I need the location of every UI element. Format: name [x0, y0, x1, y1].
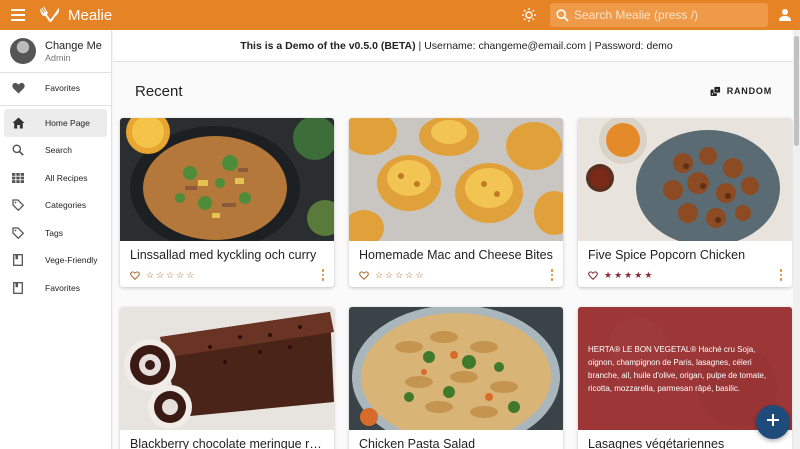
- user-profile[interactable]: Change Me Admin: [0, 30, 111, 72]
- recipe-image[interactable]: [349, 307, 563, 430]
- sidebar-item-label: Home Page: [45, 117, 90, 128]
- main-content: This is a Demo of the v0.5.0 (BETA) | Us…: [113, 30, 800, 449]
- sidebar-item-home[interactable]: Home Page: [4, 109, 107, 137]
- more-options-icon[interactable]: [779, 269, 782, 281]
- tag-icon: [11, 198, 25, 212]
- search-bar[interactable]: [550, 3, 768, 27]
- sidebar-item-categories[interactable]: Categories: [0, 192, 111, 220]
- fork-knife-icon[interactable]: [36, 0, 64, 30]
- sidebar-item-favorites-cookbook[interactable]: Favorites: [0, 274, 111, 302]
- profile-name: Change Me: [45, 39, 102, 52]
- add-recipe-button[interactable]: [756, 405, 790, 439]
- random-button-label: RANDOM: [726, 86, 772, 96]
- favorite-heart-icon[interactable]: [588, 270, 598, 280]
- app-bar: Mealie: [0, 0, 800, 30]
- recipe-title[interactable]: Blackberry chocolate meringue roulade: [120, 430, 334, 449]
- recipe-title[interactable]: Homemade Mac and Cheese Bites: [349, 241, 563, 263]
- dice-icon: [710, 85, 721, 97]
- account-icon[interactable]: [770, 0, 800, 30]
- sidebar-divider: [0, 105, 111, 106]
- tag-icon: [11, 226, 25, 240]
- sidebar-item-label: Favorites: [45, 83, 80, 93]
- menu-icon[interactable]: [0, 0, 36, 30]
- sidebar-divider: [0, 72, 111, 73]
- rating-stars[interactable]: ☆ ☆ ☆ ☆ ☆: [375, 270, 423, 281]
- sidebar-item-tags[interactable]: Tags: [0, 219, 111, 247]
- recipe-image[interactable]: [349, 118, 563, 241]
- grid-icon: [11, 171, 25, 185]
- scrollbar-thumb[interactable]: [794, 36, 799, 146]
- book-icon: [11, 281, 25, 295]
- favorite-heart-icon[interactable]: [359, 270, 369, 280]
- scrollbar[interactable]: [793, 30, 800, 449]
- search-icon: [11, 143, 25, 157]
- recipe-card[interactable]: Five Spice Popcorn Chicken ★ ★ ★ ★ ★: [578, 118, 792, 287]
- sidebar-item-all-recipes[interactable]: All Recipes: [0, 164, 111, 192]
- sidebar-item-label: Vege-Friendly: [45, 255, 98, 266]
- sidebar-item-label: All Recipes: [45, 172, 88, 183]
- recipe-card[interactable]: Linssallad med kyckling och curry ☆ ☆ ☆ ☆ ☆: [120, 118, 334, 287]
- app-title[interactable]: Mealie: [68, 7, 112, 24]
- recipe-title[interactable]: Linssallad med kyckling och curry: [120, 241, 334, 263]
- rating-stars[interactable]: ☆ ☆ ☆ ☆ ☆: [146, 270, 194, 281]
- home-icon: [11, 116, 25, 130]
- sidebar-item-label: Search: [45, 145, 72, 156]
- search-icon: [550, 8, 574, 22]
- sidebar-item-label: Tags: [45, 227, 63, 238]
- profile-role: Admin: [45, 52, 71, 63]
- sidebar-item-vege-friendly[interactable]: Vege-Friendly: [0, 247, 111, 275]
- sidebar-item-search[interactable]: Search: [0, 137, 111, 165]
- section-title: Recent: [135, 82, 183, 100]
- recipe-card[interactable]: Chicken Pasta Salad: [349, 307, 563, 449]
- sidebar-item-label: Favorites: [45, 282, 80, 293]
- more-options-icon[interactable]: [550, 269, 553, 281]
- recipe-title[interactable]: Five Spice Popcorn Chicken: [578, 241, 792, 263]
- recipe-image[interactable]: [578, 118, 792, 241]
- search-input[interactable]: [574, 8, 768, 22]
- recipe-title[interactable]: Chicken Pasta Salad: [349, 430, 563, 449]
- sidebar: Change Me Admin Favorites Home Page Sear…: [0, 30, 112, 449]
- demo-banner-version: This is a Demo of the v0.5.0 (BETA): [240, 39, 416, 52]
- book-icon: [11, 253, 25, 267]
- demo-banner: This is a Demo of the v0.5.0 (BETA) | Us…: [113, 30, 800, 62]
- section-header: Recent RANDOM: [113, 62, 800, 120]
- theme-toggle-icon[interactable]: [514, 0, 544, 30]
- avatar: [10, 38, 36, 64]
- recipe-image[interactable]: [120, 118, 334, 241]
- heart-icon: [11, 81, 25, 95]
- random-button[interactable]: RANDOM: [710, 85, 772, 97]
- sidebar-item-label: Categories: [45, 200, 87, 211]
- sidebar-item-favorites[interactable]: Favorites: [0, 74, 111, 102]
- favorite-heart-icon[interactable]: [130, 270, 140, 280]
- recipe-image[interactable]: [120, 307, 334, 430]
- plus-icon: [767, 413, 779, 431]
- rating-stars[interactable]: ★ ★ ★ ★ ★: [604, 270, 652, 281]
- recipe-card[interactable]: Blackberry chocolate meringue roulade: [120, 307, 334, 449]
- recipe-card[interactable]: Homemade Mac and Cheese Bites ☆ ☆ ☆ ☆ ☆: [349, 118, 563, 287]
- demo-banner-credentials: | Username: changeme@email.com | Passwor…: [415, 39, 673, 52]
- more-options-icon[interactable]: [321, 269, 324, 281]
